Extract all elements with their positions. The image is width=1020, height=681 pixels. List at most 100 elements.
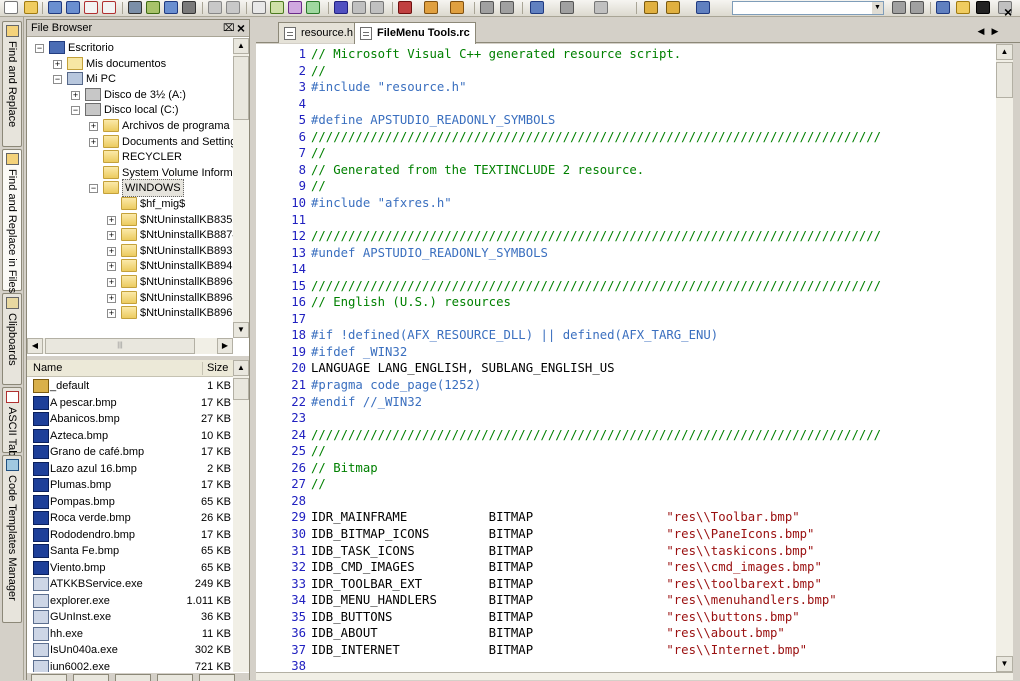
pin-icon[interactable]: ⌧: [223, 20, 235, 37]
scroll-up-icon[interactable]: ▲: [233, 38, 249, 54]
file-row[interactable]: explorer.exe 1.011 KB: [27, 593, 233, 610]
file-row[interactable]: Rododendro.bmp 17 KB: [27, 527, 233, 544]
close-editor-icon[interactable]: ×: [1004, 4, 1016, 20]
column-header-name[interactable]: Name: [33, 360, 62, 377]
expand-icon[interactable]: +: [107, 309, 116, 319]
scroll-thumb[interactable]: [233, 56, 249, 120]
expand-icon[interactable]: +: [53, 59, 62, 69]
code-editor[interactable]: 1 // Microsoft Visual C++ generated resou…: [256, 44, 996, 680]
scroll-down-icon[interactable]: ▼: [233, 322, 249, 338]
tab-scroll-right-icon[interactable]: ▶: [990, 24, 1000, 38]
file-list-vertical-scrollbar[interactable]: ▲: [233, 360, 249, 672]
collapse-icon[interactable]: −: [53, 75, 62, 85]
file-row[interactable]: _default 1 KB: [27, 378, 233, 395]
search-combo[interactable]: ▼: [732, 1, 884, 15]
find-icon[interactable]: [252, 1, 266, 14]
file-row[interactable]: Plumas.bmp 17 KB: [27, 477, 233, 494]
expand-icon[interactable]: +: [107, 262, 116, 272]
expand-icon[interactable]: +: [107, 293, 116, 303]
file-row[interactable]: Pompas.bmp 65 KB: [27, 494, 233, 511]
scroll-thumb[interactable]: [233, 378, 249, 400]
tree-horizontal-scrollbar[interactable]: ◀ ||| ▶: [27, 338, 233, 354]
close-icon[interactable]: [84, 1, 98, 14]
expand-icon[interactable]: +: [89, 137, 98, 147]
macro-icon[interactable]: [306, 1, 320, 14]
file-row[interactable]: hh.exe 11 KB: [27, 626, 233, 643]
wizard-icon[interactable]: [530, 1, 544, 14]
scroll-down-icon[interactable]: ▼: [996, 656, 1013, 672]
plugin-icon[interactable]: [666, 1, 680, 14]
editor-horizontal-scrollbar[interactable]: [256, 672, 1013, 680]
folder-icon[interactable]: [956, 1, 970, 14]
close-panel-icon[interactable]: ×: [235, 20, 247, 37]
tree-icon[interactable]: [424, 1, 438, 14]
collapse-icon[interactable]: −: [35, 44, 44, 53]
scroll-up-icon[interactable]: ▲: [996, 44, 1013, 60]
expand-icon[interactable]: +: [107, 246, 116, 256]
file-row[interactable]: Roca verde.bmp 26 KB: [27, 510, 233, 527]
scroll-left-icon[interactable]: ◀: [27, 338, 43, 354]
italic-icon[interactable]: [352, 1, 366, 14]
find-next-icon[interactable]: [910, 1, 924, 14]
expand-icon[interactable]: +: [107, 215, 116, 225]
bookmark-icon[interactable]: [288, 1, 302, 14]
terminal-icon[interactable]: [976, 1, 990, 14]
package-icon[interactable]: [644, 1, 658, 14]
print-icon[interactable]: [128, 1, 142, 14]
scroll-right-icon[interactable]: ▶: [217, 338, 233, 354]
tab-find-and-replace[interactable]: Find and Replace: [2, 21, 22, 147]
tab-ascii-table[interactable]: ASCII Table: [2, 387, 22, 465]
scroll-up-icon[interactable]: ▲: [233, 360, 249, 376]
format-icon[interactable]: [594, 1, 608, 14]
file-row[interactable]: Grano de café.bmp 17 KB: [27, 444, 233, 461]
tools-icon[interactable]: [560, 1, 574, 14]
file-row[interactable]: GUnInst.exe 36 KB: [27, 609, 233, 626]
save-all-icon[interactable]: [66, 1, 80, 14]
expand-icon[interactable]: +: [107, 231, 116, 241]
underline-icon[interactable]: [370, 1, 384, 14]
expand-icon[interactable]: +: [107, 278, 116, 287]
close-all-icon[interactable]: [102, 1, 116, 14]
new-icon[interactable]: [4, 1, 18, 14]
file-row[interactable]: A pescar.bmp 17 KB: [27, 395, 233, 412]
expand-icon[interactable]: +: [89, 122, 98, 131]
outline-icon[interactable]: [450, 1, 464, 14]
column-header-size[interactable]: Size: [207, 360, 228, 377]
file-row[interactable]: Azteca.bmp 10 KB: [27, 428, 233, 445]
file-row[interactable]: Lazo azul 16.bmp 2 KB: [27, 461, 233, 478]
forward-icon[interactable]: [500, 1, 514, 14]
collapse-icon[interactable]: −: [71, 106, 80, 116]
tab-filemenu-tools-rc[interactable]: FileMenu Tools.rc: [354, 22, 476, 44]
file-row[interactable]: Santa Fe.bmp 65 KB: [27, 543, 233, 560]
scroll-thumb[interactable]: |||: [45, 338, 195, 354]
paste-icon[interactable]: [182, 1, 196, 14]
cut-icon[interactable]: [146, 1, 160, 14]
tab-clipboards[interactable]: Clipboards: [2, 293, 22, 385]
tab-resource-h[interactable]: resource.h: [278, 22, 356, 43]
expand-icon[interactable]: +: [71, 90, 80, 100]
help-icon[interactable]: [696, 1, 710, 14]
file-row[interactable]: Abanicos.bmp 27 KB: [27, 411, 233, 428]
back-icon[interactable]: [480, 1, 494, 14]
tree-vertical-scrollbar[interactable]: ▲ ▼: [233, 38, 249, 338]
undo-icon[interactable]: [208, 1, 222, 14]
redo-icon[interactable]: [226, 1, 240, 14]
replace-icon[interactable]: [270, 1, 284, 14]
list-icon[interactable]: [398, 1, 412, 14]
file-row[interactable]: iun6002.exe 721 KB: [27, 659, 233, 672]
file-row[interactable]: Viento.bmp 65 KB: [27, 560, 233, 577]
find-prev-icon[interactable]: [892, 1, 906, 14]
tab-code-templates[interactable]: Code Templates Manager: [2, 455, 22, 623]
tab-scroll-left-icon[interactable]: ◀: [976, 24, 986, 38]
scroll-thumb[interactable]: [996, 62, 1013, 98]
editor-vertical-scrollbar[interactable]: ▲ ▼: [996, 44, 1013, 672]
config-icon[interactable]: [936, 1, 950, 14]
bold-icon[interactable]: [334, 1, 348, 14]
file-row[interactable]: IsUn040a.exe 302 KB: [27, 642, 233, 659]
collapse-icon[interactable]: −: [89, 184, 98, 194]
tab-find-in-files[interactable]: Find and Replace in Files: [2, 149, 22, 293]
copy-icon[interactable]: [164, 1, 178, 14]
chevron-down-icon[interactable]: ▼: [872, 2, 883, 14]
file-row[interactable]: ATKKBService.exe 249 KB: [27, 576, 233, 593]
open-icon[interactable]: [24, 1, 38, 14]
